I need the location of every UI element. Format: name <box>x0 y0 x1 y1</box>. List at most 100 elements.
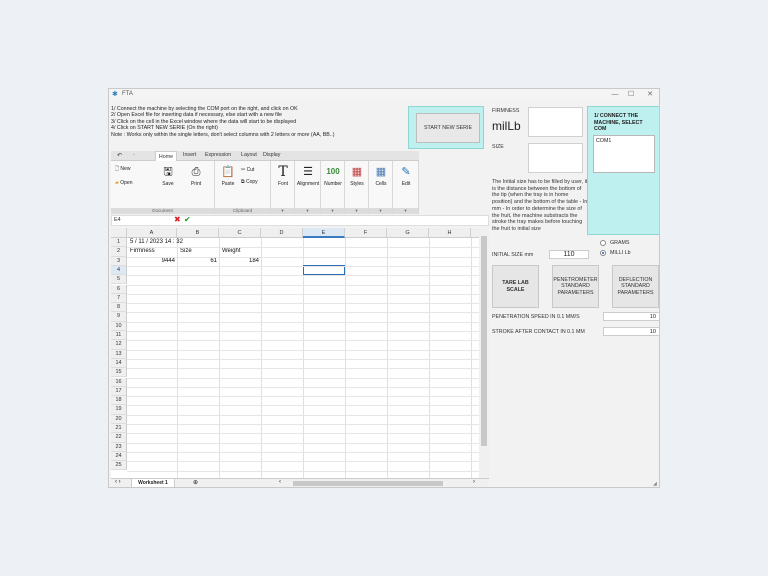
alignment-button[interactable]: ☰ Alignment <box>296 165 320 187</box>
row-header[interactable]: 11 <box>111 331 127 341</box>
firmness-label: FIRMNESS <box>492 108 520 114</box>
com-port-list[interactable]: COM1 <box>593 135 655 173</box>
cells-button[interactable]: ▦ Cells <box>370 165 392 187</box>
new-button[interactable]: 🗋 New <box>115 166 130 174</box>
edit-button[interactable]: ✎ Edit <box>395 165 417 187</box>
row-header[interactable]: 15 <box>111 368 127 378</box>
speed-input[interactable]: 10 <box>603 312 659 321</box>
open-button[interactable]: ▰ Open <box>115 180 132 186</box>
row-header[interactable]: 1 <box>111 238 127 248</box>
com-port-item[interactable]: COM1 <box>596 138 652 144</box>
row-header[interactable]: 18 <box>111 396 127 406</box>
horizontal-scroll-thumb[interactable] <box>293 481 443 486</box>
copy-button[interactable]: ⧉ Copy <box>241 179 258 185</box>
start-new-serie-button[interactable]: START NEW SERIE <box>416 113 480 143</box>
row-header[interactable]: 7 <box>111 293 127 304</box>
row-header[interactable]: 25 <box>111 461 127 471</box>
initial-size-input[interactable]: 110 <box>549 250 589 259</box>
select-all-corner[interactable] <box>111 228 127 238</box>
row-header[interactable]: 23 <box>111 442 127 452</box>
grams-radio[interactable] <box>600 240 606 246</box>
row-header[interactable]: 5 <box>111 275 127 285</box>
column-header[interactable]: B <box>177 228 219 238</box>
cell-c2[interactable]: Weight <box>222 247 241 256</box>
row-header[interactable]: 10 <box>111 321 127 331</box>
row-header[interactable]: 4 <box>111 265 127 276</box>
row-gridline <box>127 358 479 360</box>
cell-reference[interactable]: E4 <box>114 217 121 223</box>
milli-lb-label[interactable]: MILLI Lb <box>610 250 631 256</box>
milli-lb-radio[interactable] <box>600 250 606 256</box>
row-gridline <box>127 396 479 398</box>
row-header[interactable]: 12 <box>111 340 127 350</box>
tab-display[interactable]: Display <box>263 152 280 158</box>
row-header[interactable]: 24 <box>111 451 127 462</box>
row-header[interactable]: 8 <box>111 303 127 313</box>
column-header[interactable]: F <box>345 228 387 238</box>
row-header[interactable]: 16 <box>111 377 127 387</box>
cell-a1[interactable]: 5 / 11 / 2023 14 : 32 <box>130 238 183 247</box>
stroke-input[interactable]: 10 <box>603 327 659 336</box>
column-header[interactable]: A <box>127 228 177 238</box>
align-icon: ☰ <box>303 166 313 178</box>
tab-layout[interactable]: Layout <box>241 152 257 158</box>
row-gridline <box>127 275 479 277</box>
column-header[interactable]: D <box>261 228 303 238</box>
redo-icon[interactable]: · <box>133 152 135 158</box>
cancel-icon[interactable]: ✖ <box>174 215 181 224</box>
row-header[interactable]: 21 <box>111 424 127 434</box>
save-button[interactable]: 🖫 Save <box>157 165 179 187</box>
row-gridline <box>127 331 479 332</box>
column-header[interactable]: H <box>429 228 471 238</box>
row-header[interactable]: 2 <box>111 247 127 257</box>
paste-button[interactable]: 📋 Paste <box>217 165 239 187</box>
penetrometer-parameters-button[interactable]: PENETROMETER STANDARD PARAMETERS <box>552 265 599 308</box>
row-header[interactable]: 19 <box>111 405 127 415</box>
row-header[interactable]: 9 <box>111 312 127 322</box>
row-header[interactable]: 22 <box>111 433 127 443</box>
number-button[interactable]: 100 Number <box>322 165 344 187</box>
tab-insert[interactable]: Insert <box>183 152 196 158</box>
column-header[interactable]: G <box>387 228 429 238</box>
row-header[interactable]: 13 <box>111 349 127 359</box>
close-button[interactable]: ✕ <box>642 89 658 101</box>
grams-label[interactable]: GRAMS <box>610 240 629 246</box>
font-button[interactable]: T Font <box>272 165 294 187</box>
row-header[interactable]: 6 <box>111 284 127 294</box>
scroll-left-icon[interactable]: ‹ <box>279 479 281 485</box>
column-header[interactable]: C <box>219 228 261 238</box>
maximize-button[interactable]: ☐ <box>623 89 639 101</box>
minimize-button[interactable]: — <box>607 89 623 101</box>
column-header[interactable]: E <box>303 228 345 238</box>
row-header[interactable]: 17 <box>111 386 127 397</box>
formula-bar[interactable]: E4 ✖ ✔ <box>111 215 489 226</box>
print-button[interactable]: ⎙ Print <box>185 165 207 187</box>
document-group: 🗋 New ▰ Open 🖫 Save ⎙ Print Document <box>111 161 215 214</box>
cut-button[interactable]: ✂ Cut <box>241 167 254 173</box>
spreadsheet-grid[interactable]: A B C D E F G H 1 2 3 4 5 6 7 8 9 10 11 12 13 14 15 16 1… <box>111 228 479 478</box>
cell-b2[interactable]: Size <box>180 247 192 256</box>
undo-icon[interactable]: ↶ <box>117 152 122 159</box>
row-header[interactable]: 14 <box>111 358 127 369</box>
resize-grip-icon[interactable]: ◢ <box>653 481 657 487</box>
tab-expression[interactable]: Expression <box>205 152 231 158</box>
row-header[interactable]: 3 <box>111 256 127 266</box>
cell-b3[interactable]: 61 <box>177 257 217 266</box>
styles-button[interactable]: ▦ Styles <box>346 165 368 187</box>
prev-sheet-icon[interactable]: ‹ › <box>115 479 121 485</box>
tab-home[interactable]: Home <box>155 151 177 161</box>
row-gridline <box>127 247 479 249</box>
scroll-thumb[interactable] <box>481 236 487 446</box>
cell-c3[interactable]: 184 <box>219 257 259 266</box>
confirm-icon[interactable]: ✔ <box>184 215 191 224</box>
tare-lab-scale-button[interactable]: TARE LAB SCALE <box>492 265 539 308</box>
cell-a2[interactable]: Firmness <box>130 247 155 256</box>
sheet-tab[interactable]: Worksheet 1 <box>131 479 175 487</box>
cells-group: ▦ Cells ▾ <box>369 161 393 214</box>
scroll-right-icon[interactable]: › <box>473 479 475 485</box>
vertical-scrollbar[interactable] <box>479 228 489 478</box>
deflection-parameters-button[interactable]: DEFLECTION STANDARD PARAMETERS <box>612 265 659 308</box>
cell-a3[interactable]: 9444 <box>127 257 175 266</box>
row-header[interactable]: 20 <box>111 414 127 424</box>
add-sheet-icon[interactable]: ⊕ <box>193 479 198 486</box>
